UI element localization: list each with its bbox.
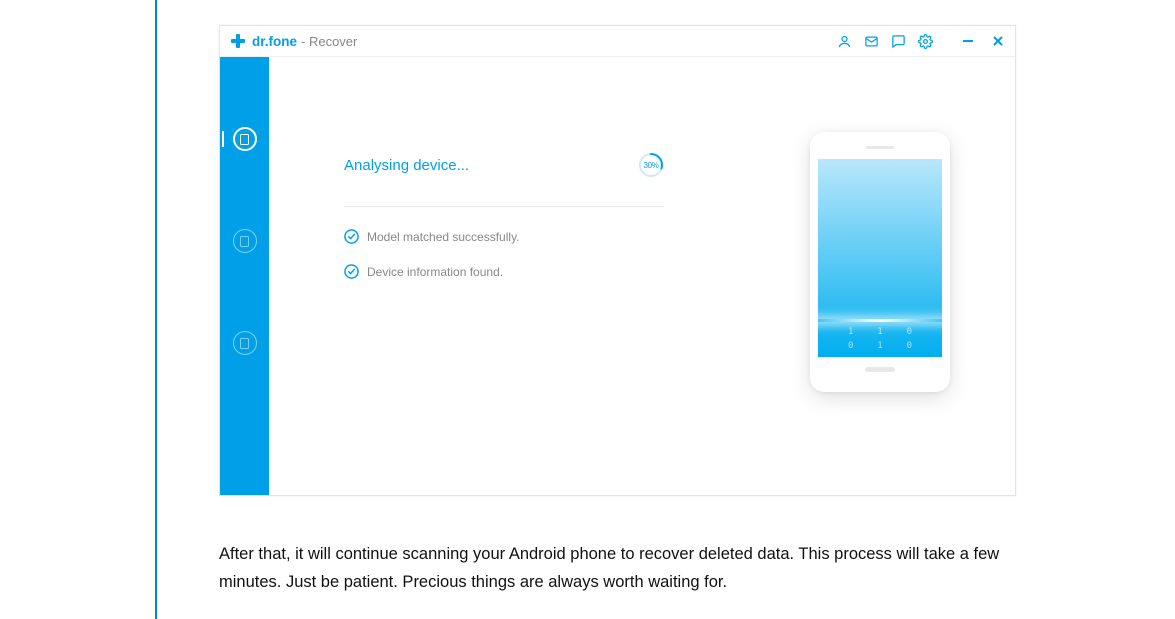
sidebar xyxy=(220,57,269,495)
binary-digit: 0 xyxy=(848,341,853,351)
binary-digit: 0 xyxy=(907,341,912,351)
close-button[interactable] xyxy=(991,34,1005,48)
step-item: Model matched successfully. xyxy=(344,229,664,244)
titlebar: dr.fone - Recover xyxy=(220,26,1015,57)
app-window: dr.fone - Recover xyxy=(219,25,1016,496)
check-circle-icon xyxy=(344,264,359,279)
binary-digit: 1 xyxy=(877,327,882,337)
progress-ring-icon: 30% xyxy=(638,152,664,178)
drfone-logo-icon xyxy=(230,33,246,49)
feedback-icon[interactable] xyxy=(891,34,906,49)
binary-digit: 1 xyxy=(848,327,853,337)
app-section-label: - Recover xyxy=(301,34,357,49)
mail-icon[interactable] xyxy=(864,34,879,49)
analysis-block: Analysing device... 30% xyxy=(344,152,664,299)
article-paragraph: After that, it will continue scanning yo… xyxy=(219,540,1019,596)
article-left-border xyxy=(155,0,157,619)
phone-illustration: 1 1 0 0 1 0 xyxy=(800,132,960,392)
analysing-title: Analysing device... xyxy=(344,157,469,174)
step-text: Device information found. xyxy=(367,265,503,279)
step-text: Model matched successfully. xyxy=(367,230,520,244)
minimize-button[interactable] xyxy=(961,34,975,48)
titlebar-action-icons xyxy=(837,34,933,49)
sidebar-item-secondary-2[interactable] xyxy=(233,331,257,355)
step-item: Device information found. xyxy=(344,264,664,279)
binary-digit: 0 xyxy=(907,327,912,337)
check-circle-icon xyxy=(344,229,359,244)
sidebar-item-secondary-1[interactable] xyxy=(233,229,257,253)
main-panel: Analysing device... 30% xyxy=(269,57,1015,495)
progress-percent-label: 30% xyxy=(638,152,664,178)
sidebar-item-recover-phone[interactable] xyxy=(233,127,257,151)
settings-gear-icon[interactable] xyxy=(918,34,933,49)
app-brand-label: dr.fone xyxy=(252,34,297,49)
scan-line-icon xyxy=(818,319,942,322)
account-icon[interactable] xyxy=(837,34,852,49)
binary-digit: 1 xyxy=(877,341,882,351)
